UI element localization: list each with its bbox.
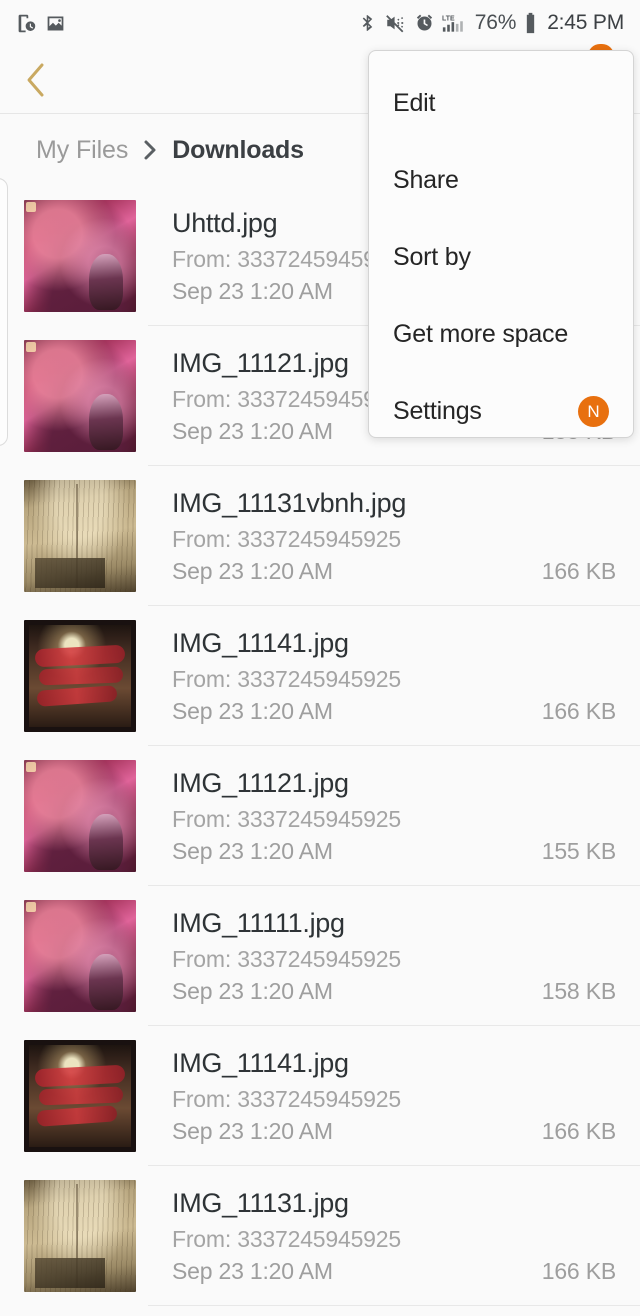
file-size: 155 KB bbox=[541, 838, 616, 865]
table-row[interactable]: IMG_11131vbnh.jpg From: 3337245945925 Se… bbox=[0, 466, 640, 606]
table-row[interactable]: IMG_11111.jpg From: 3337245945925 Sep 23… bbox=[0, 886, 640, 1026]
menu-item-edit[interactable]: Edit bbox=[369, 65, 633, 142]
file-date: Sep 23 1:20 AM bbox=[172, 978, 333, 1005]
file-name: IMG_11121.jpg bbox=[172, 767, 349, 798]
graffiti-detail bbox=[38, 1086, 124, 1106]
file-size: 166 KB bbox=[541, 698, 616, 725]
menu-item-share[interactable]: Share bbox=[369, 142, 633, 219]
status-notification-icons bbox=[16, 13, 66, 34]
chevron-right-icon bbox=[142, 138, 158, 162]
file-source: From: 3337245945925 bbox=[172, 946, 401, 973]
file-source: From: 3337245945925 bbox=[172, 1086, 401, 1113]
table-row[interactable]: IMG_11121.jpg From: 3337245945925 Sep 23… bbox=[0, 746, 640, 886]
file-name: IMG_11131vbnh.jpg bbox=[172, 487, 407, 518]
back-button[interactable] bbox=[0, 46, 72, 114]
menu-item-sort-by[interactable]: Sort by bbox=[369, 219, 633, 296]
graffiti-detail bbox=[38, 666, 124, 686]
file-thumbnail bbox=[24, 900, 136, 1012]
menu-item-label: Edit bbox=[393, 89, 436, 117]
file-date: Sep 23 1:20 AM bbox=[172, 1118, 333, 1145]
file-thumbnail bbox=[24, 760, 136, 872]
battery-percent-label: 76% bbox=[474, 11, 517, 34]
file-thumbnail bbox=[24, 620, 136, 732]
lte-signal-icon: LTE bbox=[442, 12, 468, 34]
status-badge: N bbox=[578, 396, 609, 427]
file-meta: IMG_11141.jpg From: 3337245945925 Sep 23… bbox=[172, 627, 640, 726]
file-source: From: 3337245945925 bbox=[172, 526, 401, 553]
file-meta: IMG_11141.jpg From: 3337245945925 Sep 23… bbox=[172, 1047, 640, 1146]
file-name: IMG_11111.jpg bbox=[172, 907, 345, 938]
file-bottom-line: Sep 23 1:20 AM 166 KB bbox=[172, 1118, 616, 1145]
file-source: From: 3337245945925 bbox=[172, 666, 401, 693]
overflow-menu: Edit Share Sort by Get more space Settin… bbox=[368, 50, 634, 438]
menu-item-get-more-space[interactable]: Get more space bbox=[369, 296, 633, 373]
file-name: IMG_11141.jpg bbox=[172, 1047, 349, 1078]
file-thumbnail bbox=[24, 480, 136, 592]
file-size: 166 KB bbox=[541, 1258, 616, 1285]
file-thumbnail bbox=[24, 340, 136, 452]
file-manager-screen: LTE 76% 2:45 PM My Files Downloads Uhttd… bbox=[0, 0, 640, 1316]
file-size: 166 KB bbox=[541, 1118, 616, 1145]
file-size: 158 KB bbox=[541, 978, 616, 1005]
file-date: Sep 23 1:20 AM bbox=[172, 418, 333, 445]
file-meta: IMG_11121.jpg From: 3337245945925 Sep 23… bbox=[172, 767, 640, 866]
menu-item-label: Share bbox=[393, 166, 459, 194]
file-clock-icon bbox=[16, 13, 37, 34]
file-date: Sep 23 1:20 AM bbox=[172, 278, 333, 305]
file-bottom-line: Sep 23 1:20 AM 166 KB bbox=[172, 698, 616, 725]
file-date: Sep 23 1:20 AM bbox=[172, 838, 333, 865]
gallery-image-icon bbox=[45, 13, 66, 34]
file-date: Sep 23 1:20 AM bbox=[172, 558, 333, 585]
file-source: From: 3337245945925 bbox=[172, 806, 401, 833]
status-system-icons: LTE 76% 2:45 PM bbox=[358, 11, 624, 35]
menu-item-label: Get more space bbox=[393, 320, 569, 348]
menu-item-label: Sort by bbox=[393, 243, 471, 271]
file-bottom-line: Sep 23 1:20 AM 166 KB bbox=[172, 1258, 616, 1285]
back-chevron-icon bbox=[27, 63, 44, 96]
left-panel-edge bbox=[0, 178, 8, 446]
table-row[interactable]: IMG_11131.jpg From: 3337245945925 Sep 23… bbox=[0, 1166, 640, 1306]
row-divider bbox=[148, 1305, 640, 1306]
file-date: Sep 23 1:20 AM bbox=[172, 698, 333, 725]
battery-icon bbox=[523, 12, 538, 34]
clock-time-label: 2:45 PM bbox=[547, 11, 624, 34]
svg-text:LTE: LTE bbox=[442, 15, 455, 22]
table-row[interactable]: IMG_11141.jpg From: 3337245945925 Sep 23… bbox=[0, 1026, 640, 1166]
file-meta: IMG_11131vbnh.jpg From: 3337245945925 Se… bbox=[172, 487, 640, 586]
breadcrumb-item-my-files[interactable]: My Files bbox=[36, 136, 128, 165]
bluetooth-icon bbox=[358, 12, 377, 34]
file-meta: IMG_11111.jpg From: 3337245945925 Sep 23… bbox=[172, 907, 640, 1006]
menu-item-label: Settings bbox=[393, 397, 482, 425]
mute-vibrate-icon bbox=[384, 12, 407, 34]
file-bottom-line: Sep 23 1:20 AM 158 KB bbox=[172, 978, 616, 1005]
file-meta: IMG_11131.jpg From: 3337245945925 Sep 23… bbox=[172, 1187, 640, 1286]
file-thumbnail bbox=[24, 1040, 136, 1152]
file-bottom-line: Sep 23 1:20 AM 155 KB bbox=[172, 838, 616, 865]
file-bottom-line: Sep 23 1:20 AM 166 KB bbox=[172, 558, 616, 585]
file-size: 166 KB bbox=[541, 558, 616, 585]
file-name: IMG_11141.jpg bbox=[172, 627, 349, 658]
file-date: Sep 23 1:20 AM bbox=[172, 1258, 333, 1285]
file-source: From: 3337245945925 bbox=[172, 1226, 401, 1253]
file-name: IMG_11131.jpg bbox=[172, 1187, 349, 1218]
table-row[interactable]: IMG_11141.jpg From: 3337245945925 Sep 23… bbox=[0, 606, 640, 746]
status-bar: LTE 76% 2:45 PM bbox=[0, 0, 640, 46]
menu-item-settings[interactable]: Settings N bbox=[369, 373, 633, 450]
file-thumbnail bbox=[24, 200, 136, 312]
breadcrumb-item-downloads[interactable]: Downloads bbox=[172, 136, 304, 165]
file-thumbnail bbox=[24, 1180, 136, 1292]
alarm-icon bbox=[414, 13, 435, 34]
